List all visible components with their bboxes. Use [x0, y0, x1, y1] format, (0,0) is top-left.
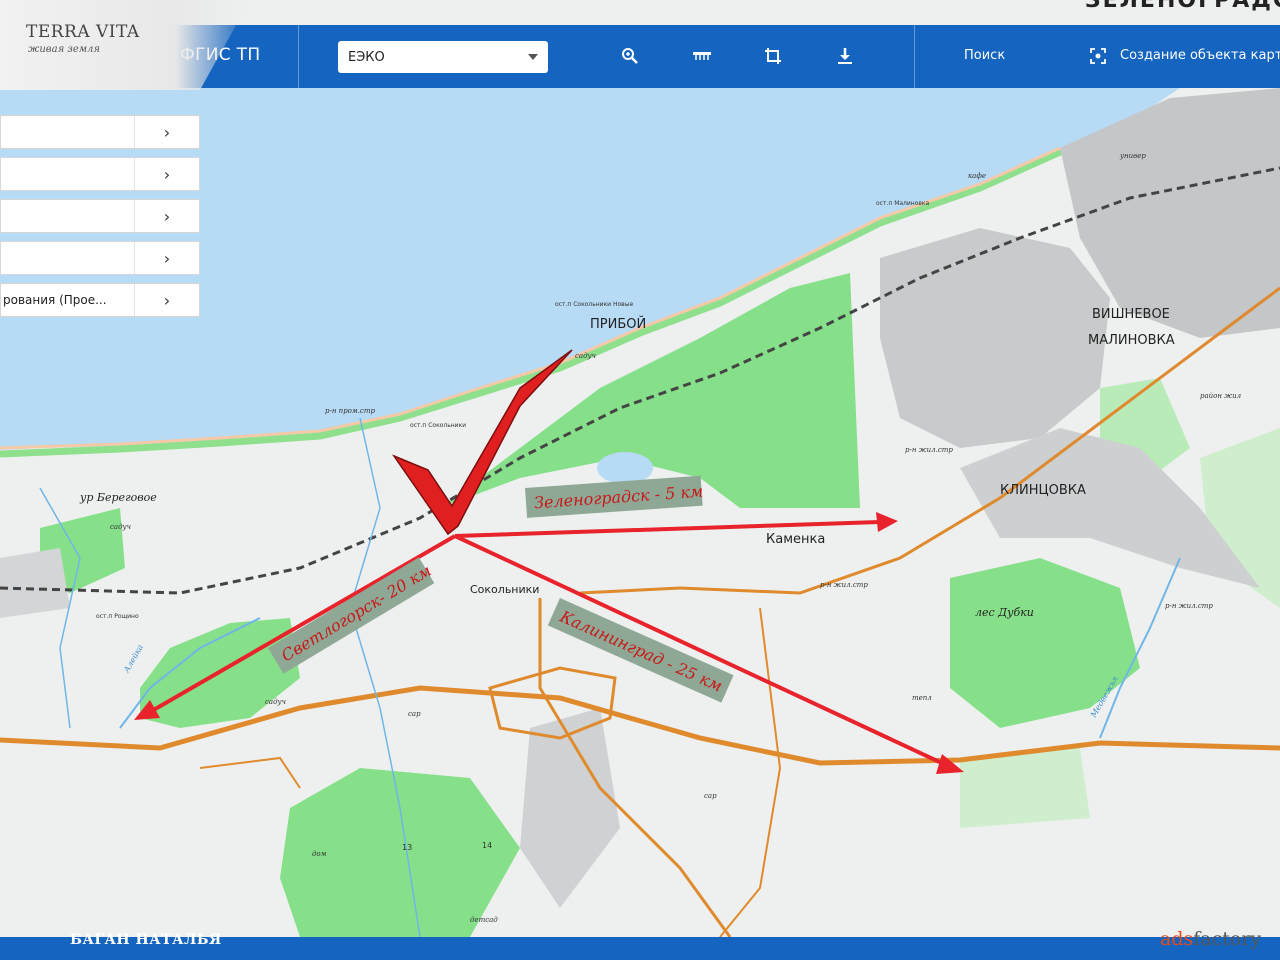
- label-rn-zhilstr-3: р-н жил.стр: [1165, 602, 1213, 610]
- label-sar-2: сар: [704, 792, 717, 800]
- label-kamenka: Каменка: [766, 532, 825, 547]
- author-watermark: БАГАН НАТАЛЬЯ: [70, 932, 222, 948]
- watermark-part-a: ads: [1160, 928, 1194, 950]
- chevron-right-icon[interactable]: ›: [134, 242, 199, 274]
- chevron-right-icon[interactable]: ›: [134, 116, 199, 148]
- label-st-sokolniki-new: ост.п Сокольники Новые: [555, 301, 633, 308]
- layers-panel-item[interactable]: ›: [0, 157, 200, 191]
- label-sar-1: сар: [408, 710, 421, 718]
- layers-panel-item[interactable]: ›: [0, 115, 200, 149]
- label-dom: дом: [312, 850, 327, 858]
- layer-select-value: ЕЭКО: [348, 49, 385, 65]
- label-raion-zhil: район жил: [1200, 392, 1241, 400]
- site-watermark: adsfactory: [1160, 928, 1261, 950]
- label-13: 13: [402, 843, 412, 852]
- chevron-right-icon[interactable]: ›: [134, 200, 199, 232]
- label-priboy: ПРИБОЙ: [590, 316, 646, 332]
- chevron-down-icon: [528, 54, 538, 60]
- label-detsad: детсад: [470, 916, 498, 924]
- label-st-malinovka: ост.п Малиновка: [876, 200, 930, 207]
- label-beregovoe: ур Береговое: [79, 491, 157, 504]
- focus-icon[interactable]: [1087, 45, 1109, 67]
- label-rn-zhilstr-1: р-н жил.стр: [905, 446, 953, 454]
- logo-subtitle: живая земля: [28, 44, 101, 55]
- search-link[interactable]: Поиск: [964, 48, 1005, 63]
- label-malinovka: МАЛИНОВКА: [1088, 333, 1175, 348]
- crop-icon[interactable]: [762, 45, 784, 67]
- layers-panel-item[interactable]: ›: [0, 241, 200, 275]
- layers-panel-item[interactable]: рования (Прое... ›: [0, 283, 200, 317]
- layer-select[interactable]: ЕЭКО: [338, 41, 548, 73]
- label-st-roschino: ост.п Рощино: [96, 613, 139, 620]
- chevron-right-icon[interactable]: ›: [134, 158, 199, 190]
- create-object-link[interactable]: Создание объекта карты: [1120, 48, 1280, 63]
- label-vishnevoe: ВИШНЕВОЕ: [1092, 307, 1170, 322]
- label-st-sokolniki: ост.п Сокольники: [410, 422, 466, 429]
- label-sadych-3: садуч: [265, 698, 286, 706]
- watermark-part-b: factory: [1193, 928, 1262, 950]
- label-14: 14: [482, 841, 492, 850]
- download-icon[interactable]: [834, 45, 856, 67]
- toolbar-divider: [914, 25, 915, 88]
- chevron-right-icon[interactable]: ›: [134, 284, 199, 316]
- label-klincovka: КЛИНЦОВКА: [1000, 483, 1086, 498]
- ruler-icon[interactable]: [691, 45, 713, 67]
- label-sadych-2: садуч: [110, 523, 131, 531]
- layers-panel-item-label: рования (Прое...: [3, 293, 107, 307]
- layers-panel-item[interactable]: ›: [0, 199, 200, 233]
- logo-title: TERRA VITA: [26, 22, 140, 42]
- label-kafe: кафе: [968, 172, 986, 180]
- town-west-coast: [0, 548, 70, 618]
- label-sadych-1: садуч: [575, 352, 596, 360]
- label-univer: универ: [1119, 152, 1146, 160]
- label-rn-zhilstr-2: р-н жил.стр: [820, 581, 868, 589]
- label-rn-promstr: р-н пром.стр: [325, 407, 375, 415]
- label-tepl: тепл: [912, 694, 932, 702]
- label-les-dubki: лес Дубки: [975, 606, 1034, 619]
- toolbar-divider: [298, 25, 299, 88]
- lake: [597, 452, 653, 484]
- city-label-top: ЗЕЛЕНОГРАДСК: [1085, 0, 1280, 13]
- label-sokolniki: Сокольники: [470, 583, 539, 596]
- layers-panel: › › › › рования (Прое... ›: [0, 115, 200, 325]
- zoom-search-icon[interactable]: [619, 45, 641, 67]
